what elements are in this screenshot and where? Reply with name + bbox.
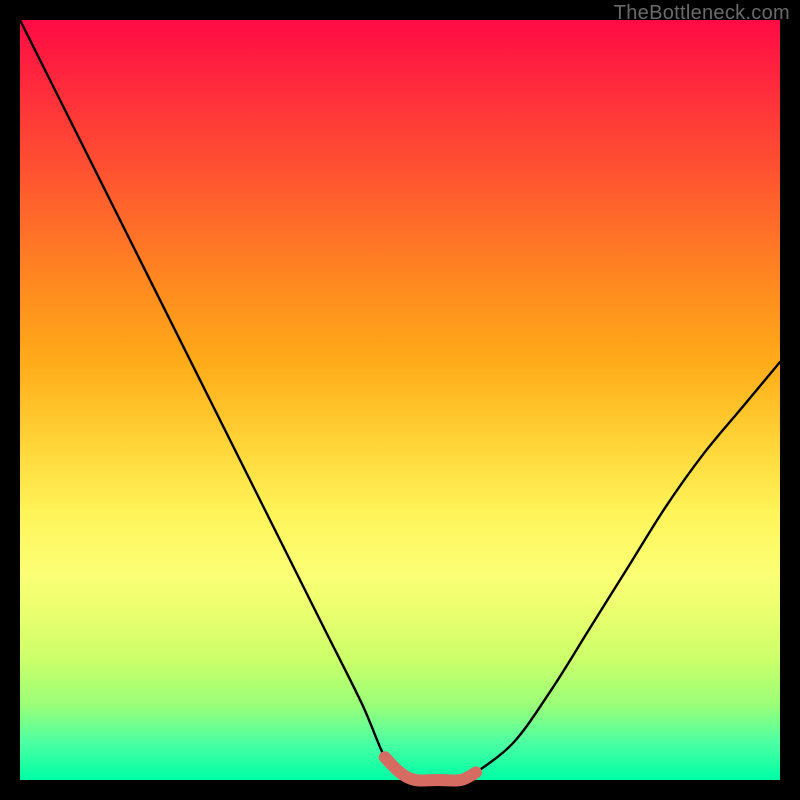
plot-area <box>20 20 780 780</box>
chart-frame: TheBottleneck.com <box>0 0 800 800</box>
chart-svg <box>20 20 780 780</box>
accent-segment <box>385 757 476 780</box>
curve-line <box>20 20 780 781</box>
